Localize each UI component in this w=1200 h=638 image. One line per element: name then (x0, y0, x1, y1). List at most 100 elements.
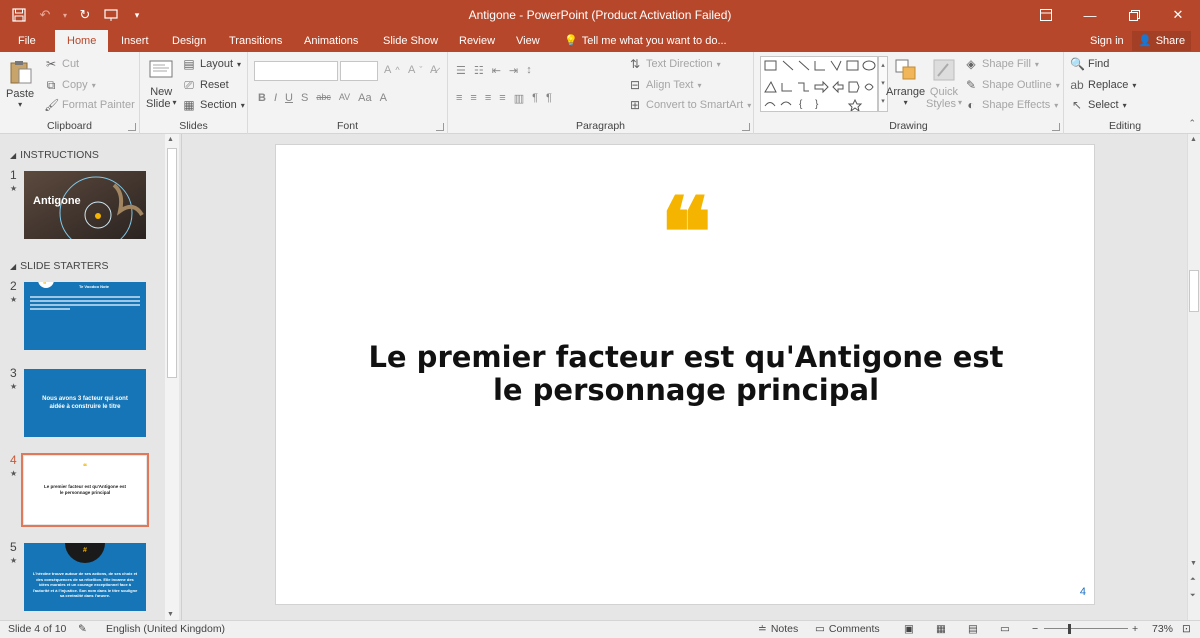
reading-view-icon[interactable]: ▤ (968, 623, 978, 635)
tab-review[interactable]: Review (459, 30, 495, 52)
cut-button[interactable]: ✂ Cut (44, 57, 79, 71)
thumbnail-scrollbar[interactable]: ▲ ▼ (165, 134, 179, 620)
increase-indent-icon[interactable]: ⇥ (509, 64, 518, 77)
start-from-beginning-icon[interactable] (100, 4, 122, 26)
font-color-icon[interactable]: A (380, 92, 387, 104)
zoom-slider[interactable] (1044, 628, 1128, 629)
zoom-out-icon[interactable]: − (1032, 623, 1038, 635)
fit-slide-icon[interactable]: ⊡ (1182, 623, 1191, 635)
paste-button[interactable]: Paste ▾ (6, 58, 34, 109)
columns-icon[interactable]: ▥ (514, 92, 524, 105)
tell-me-box[interactable]: 💡 Tell me what you want to do... (564, 30, 727, 52)
align-right-icon[interactable]: ≡ (485, 92, 491, 105)
ltr-icon[interactable]: ¶ (546, 92, 552, 105)
shape-fill-button[interactable]: ◈ Shape Fill ▾ (964, 57, 1039, 71)
slide-body-text[interactable]: Le premier facteur est qu'Antigone est l… (336, 341, 1036, 407)
slide-thumbnail-4[interactable]: ❝ Le premier facteur est qu'Antigone est… (21, 453, 149, 527)
font-family-input[interactable] (254, 61, 338, 81)
scroll-up-icon[interactable]: ▲ (1190, 136, 1197, 143)
character-spacing-icon[interactable]: AV (339, 92, 350, 104)
slide-thumbnail-1[interactable]: Antigone (24, 171, 146, 239)
italic-icon[interactable]: I (274, 92, 277, 104)
scroll-up-icon[interactable]: ▲ (167, 136, 174, 143)
zoom-slider-thumb[interactable] (1068, 624, 1071, 634)
quick-styles-button[interactable]: Quick Styles ▾ (926, 56, 962, 110)
slide-scrollbar[interactable]: ▲ ▼ ⏶ ⏷ (1187, 134, 1200, 620)
slideshow-view-icon[interactable]: ▭ (1000, 623, 1010, 635)
reset-button[interactable]: ⎚ Reset (182, 78, 229, 92)
save-icon[interactable] (8, 4, 30, 26)
slide-thumbnail-5[interactable]: # L'héroïne trouve autour de ses actions… (24, 543, 146, 611)
text-shadow-icon[interactable]: S (301, 92, 308, 104)
collapse-ribbon-icon[interactable]: ⌃ (1188, 118, 1196, 129)
section-button[interactable]: ▦ Section ▾ (182, 98, 244, 112)
find-button[interactable]: 🔍 Find (1070, 57, 1109, 71)
customize-qat-icon[interactable]: ▾ (126, 4, 148, 26)
tab-design[interactable]: Design (172, 30, 206, 52)
comments-button[interactable]: ▭ Comments (815, 623, 880, 635)
undo-icon[interactable]: ↶ (34, 4, 56, 26)
share-button[interactable]: 👤 Share (1132, 31, 1192, 51)
slide-sorter-icon[interactable]: ▦ (936, 623, 946, 635)
shape-outline-button[interactable]: ✎ Shape Outline ▾ (964, 78, 1060, 92)
shape-effects-button[interactable]: ◐ Shape Effects ▾ (964, 98, 1058, 112)
tab-home[interactable]: Home (55, 30, 109, 52)
clipboard-launcher-icon[interactable] (128, 123, 136, 131)
previous-slide-icon[interactable]: ⏶ (1190, 576, 1196, 584)
current-slide[interactable]: ❝ Le premier facteur est qu'Antigone est… (275, 144, 1095, 605)
restore-icon[interactable] (1112, 0, 1156, 30)
notes-button[interactable]: ≐ Notes (758, 623, 798, 635)
tab-view[interactable]: View (516, 30, 540, 52)
tab-transitions[interactable]: Transitions (229, 30, 282, 52)
decrease-indent-icon[interactable]: ⇤ (492, 64, 501, 77)
close-icon[interactable]: ✕ (1156, 0, 1200, 30)
underline-icon[interactable]: U (285, 92, 293, 104)
line-spacing-icon[interactable]: ↕ (526, 64, 532, 77)
strikethrough-icon[interactable]: abc (316, 92, 331, 104)
font-launcher-icon[interactable] (436, 123, 444, 131)
paragraph-launcher-icon[interactable] (742, 123, 750, 131)
section-instructions[interactable]: ◢ INSTRUCTIONS (10, 149, 99, 161)
undo-dropdown-icon[interactable]: ▾ (60, 4, 70, 26)
change-case-icon[interactable]: Aa (358, 92, 371, 104)
zoom-level[interactable]: 73% (1152, 623, 1173, 635)
convert-smartart-button[interactable]: ⊞ Convert to SmartArt ▾ (628, 98, 751, 112)
format-painter-button[interactable]: 🖌 Format Painter (44, 98, 135, 112)
copy-button[interactable]: ⧉ Copy ▾ (44, 78, 96, 92)
tab-slide-show[interactable]: Slide Show (383, 30, 438, 52)
align-center-icon[interactable]: ≡ (470, 92, 476, 105)
next-slide-icon[interactable]: ⏷ (1190, 592, 1196, 600)
font-size-input[interactable] (340, 61, 378, 81)
shapes-gallery[interactable]: {} (760, 56, 878, 113)
redo-icon[interactable]: ↻ (74, 4, 96, 26)
sign-in-link[interactable]: Sign in (1090, 30, 1124, 52)
align-text-button[interactable]: ⊟ Align Text ▾ (628, 78, 702, 92)
scroll-down-icon[interactable]: ▼ (167, 611, 174, 618)
scroll-down-icon[interactable]: ▼ (1190, 560, 1197, 567)
language[interactable]: English (United Kingdom) (106, 623, 225, 635)
replace-button[interactable]: ab Replace ▾ (1070, 78, 1136, 92)
normal-view-icon[interactable]: ▣ (904, 623, 914, 635)
tab-animations[interactable]: Animations (304, 30, 358, 52)
decrease-font-icon[interactable]: Aˇ (408, 64, 422, 76)
slide-thumbnail-3[interactable]: Nous avons 3 facteur qui sont aidée à co… (24, 369, 146, 437)
new-slide-button[interactable]: New Slide ▾ (146, 56, 176, 110)
section-slide-starters[interactable]: ◢ SLIDE STARTERS (10, 260, 108, 272)
arrange-button[interactable]: Arrange ▾ (886, 56, 925, 107)
align-left-icon[interactable]: ≡ (456, 92, 462, 105)
tab-file[interactable]: File (18, 30, 36, 52)
layout-button[interactable]: ▤ Layout ▾ (182, 57, 241, 71)
bullets-icon[interactable]: ☰ (456, 64, 466, 77)
minimize-icon[interactable]: — (1068, 0, 1112, 30)
tab-insert[interactable]: Insert (121, 30, 149, 52)
spellcheck-icon[interactable]: ✎ (78, 623, 87, 635)
justify-icon[interactable]: ≡ (499, 92, 505, 105)
ribbon-display-options-icon[interactable] (1024, 0, 1068, 30)
bold-icon[interactable]: B (258, 92, 266, 104)
zoom-in-icon[interactable]: + (1132, 623, 1138, 635)
slide-scroll-thumb[interactable] (1189, 270, 1199, 312)
increase-font-icon[interactable]: A ^ (384, 64, 400, 76)
select-button[interactable]: ↖ Select ▾ (1070, 98, 1127, 112)
rtl-icon[interactable]: ¶ (532, 92, 538, 105)
slide-thumbnail-2[interactable]: ❝ Te Voodoo Note (24, 282, 146, 350)
